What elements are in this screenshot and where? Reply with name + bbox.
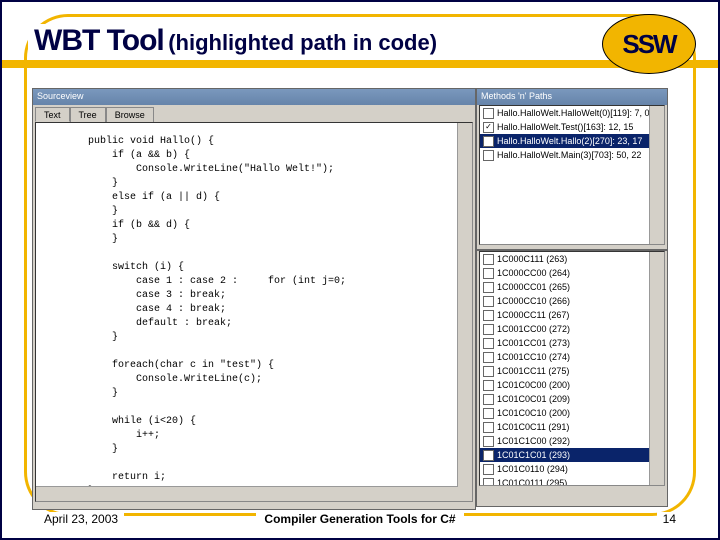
window-title-sourceview: Sourceview (33, 89, 475, 105)
checkbox-icon[interactable]: ✓ (483, 122, 494, 133)
scrollbar-vertical[interactable] (457, 123, 472, 501)
list-item-label: 1C001CC11 (275) (497, 364, 569, 378)
list-item[interactable]: 1C000C111 (263) (480, 252, 664, 266)
checkbox-icon[interactable] (483, 394, 494, 405)
list-item-label: 1C01C1C01 (293) (497, 448, 570, 462)
title-sub: (highlighted path in code) (168, 30, 437, 55)
window-paths: 1C000C111 (263)1C000CC00 (264)1C000CC01 … (476, 250, 668, 507)
code-area[interactable]: public void Hallo() { if (a && b) { Cons… (35, 122, 473, 502)
list-item[interactable]: 1C01C0C01 (209) (480, 392, 664, 406)
checkbox-icon[interactable] (483, 108, 494, 119)
list-item[interactable]: ✓Hallo.HalloWelt.Test()[163]: 12, 15 (480, 120, 664, 134)
list-item-label: Hallo.HalloWelt.HalloWelt(0)[119]: 7, 0 (497, 106, 650, 120)
list-item[interactable]: 1C01C0111 (295) (480, 476, 664, 486)
list-item-label: 1C01C0C00 (200) (497, 378, 570, 392)
list-item-label: 1C01C1C00 (292) (497, 434, 570, 448)
list-item[interactable]: 1C000CC10 (266) (480, 294, 664, 308)
title-bar: WBT Tool (highlighted path in code) (28, 24, 580, 58)
slide: WBT Tool (highlighted path in code) SSW … (0, 0, 720, 540)
list-item[interactable]: Hallo.HalloWelt.Hallo(2)[270]: 23, 17 (480, 134, 664, 148)
tab-text[interactable]: Text (35, 107, 70, 122)
list-item[interactable]: 1C01C0C11 (291) (480, 420, 664, 434)
list-item[interactable]: 1C000CC00 (264) (480, 266, 664, 280)
methods-list[interactable]: Hallo.HalloWelt.HalloWelt(0)[119]: 7, 0✓… (479, 105, 665, 245)
window-sourceview: Sourceview Text Tree Browse public void … (32, 88, 476, 510)
list-item-label: 1C000CC10 (266) (497, 294, 570, 308)
checkbox-icon[interactable] (483, 310, 494, 321)
tabs: Text Tree Browse (33, 105, 475, 122)
checkbox-icon[interactable] (483, 296, 494, 307)
checkbox-icon[interactable] (483, 324, 494, 335)
code-text: public void Hallo() { if (a && b) { Cons… (36, 133, 472, 501)
scrollbar-vertical[interactable] (649, 106, 664, 244)
tab-tree[interactable]: Tree (70, 107, 106, 122)
list-item[interactable]: 1C01C1C01 (293) (480, 448, 664, 462)
checkbox-icon[interactable] (483, 282, 494, 293)
ssw-logo: SSW (602, 14, 696, 74)
tab-browse[interactable]: Browse (106, 107, 154, 122)
title-main: WBT Tool (34, 24, 164, 57)
checkbox-icon[interactable] (483, 366, 494, 377)
list-item-label: 1C001CC10 (274) (497, 350, 570, 364)
list-item[interactable]: 1C01C0C00 (200) (480, 378, 664, 392)
scrollbar-horizontal[interactable] (36, 486, 458, 501)
list-item-label: 1C000CC01 (265) (497, 280, 570, 294)
checkbox-icon[interactable] (483, 136, 494, 147)
list-item-label: Hallo.HalloWelt.Hallo(2)[270]: 23, 17 (497, 134, 642, 148)
list-item[interactable]: Hallo.HalloWelt.Main(3)[703]: 50, 22 (480, 148, 664, 162)
logo-text: SSW (622, 29, 675, 60)
window-title-methods: Methods 'n' Paths (477, 89, 667, 105)
list-item-label: 1C01C0C10 (200) (497, 406, 570, 420)
list-item[interactable]: 1C001CC11 (275) (480, 364, 664, 378)
scrollbar-vertical[interactable] (649, 252, 664, 485)
checkbox-icon[interactable] (483, 436, 494, 447)
checkbox-icon[interactable] (483, 422, 494, 433)
checkbox-icon[interactable] (483, 408, 494, 419)
window-methods: Methods 'n' Paths Hallo.HalloWelt.HalloW… (476, 88, 668, 250)
checkbox-icon[interactable] (483, 254, 494, 265)
list-item[interactable]: 1C01C1C00 (292) (480, 434, 664, 448)
list-item-label: Hallo.HalloWelt.Main(3)[703]: 50, 22 (497, 148, 641, 162)
list-item[interactable]: 1C000CC11 (267) (480, 308, 664, 322)
list-item-label: 1C000C111 (263) (497, 252, 567, 266)
list-item[interactable]: 1C001CC00 (272) (480, 322, 664, 336)
list-item-label: 1C01C0110 (294) (497, 462, 568, 476)
list-item-label: 1C000CC00 (264) (497, 266, 570, 280)
list-item[interactable]: 1C001CC10 (274) (480, 350, 664, 364)
list-item[interactable]: 1C01C0C10 (200) (480, 406, 664, 420)
checkbox-icon[interactable] (483, 380, 494, 391)
list-item-label: 1C000CC11 (267) (497, 308, 569, 322)
checkbox-icon[interactable] (483, 352, 494, 363)
list-item[interactable]: Hallo.HalloWelt.HalloWelt(0)[119]: 7, 0 (480, 106, 664, 120)
list-item[interactable]: 1C01C0110 (294) (480, 462, 664, 476)
list-item-label: Hallo.HalloWelt.Test()[163]: 12, 15 (497, 120, 633, 134)
footer-date: April 23, 2003 (38, 512, 124, 526)
checkbox-icon[interactable] (483, 478, 494, 487)
list-item-label: 1C01C0111 (295) (497, 476, 567, 486)
checkbox-icon[interactable] (483, 450, 494, 461)
paths-list[interactable]: 1C000C111 (263)1C000CC00 (264)1C000CC01 … (479, 251, 665, 486)
footer-page: 14 (657, 512, 682, 526)
checkbox-icon[interactable] (483, 464, 494, 475)
list-item[interactable]: 1C000CC01 (265) (480, 280, 664, 294)
list-item-label: 1C001CC00 (272) (497, 322, 570, 336)
list-item-label: 1C01C0C01 (209) (497, 392, 570, 406)
list-item-label: 1C01C0C11 (291) (497, 420, 569, 434)
checkbox-icon[interactable] (483, 150, 494, 161)
checkbox-icon[interactable] (483, 268, 494, 279)
list-item-label: 1C001CC01 (273) (497, 336, 570, 350)
list-item[interactable]: 1C001CC01 (273) (480, 336, 664, 350)
checkbox-icon[interactable] (483, 338, 494, 349)
